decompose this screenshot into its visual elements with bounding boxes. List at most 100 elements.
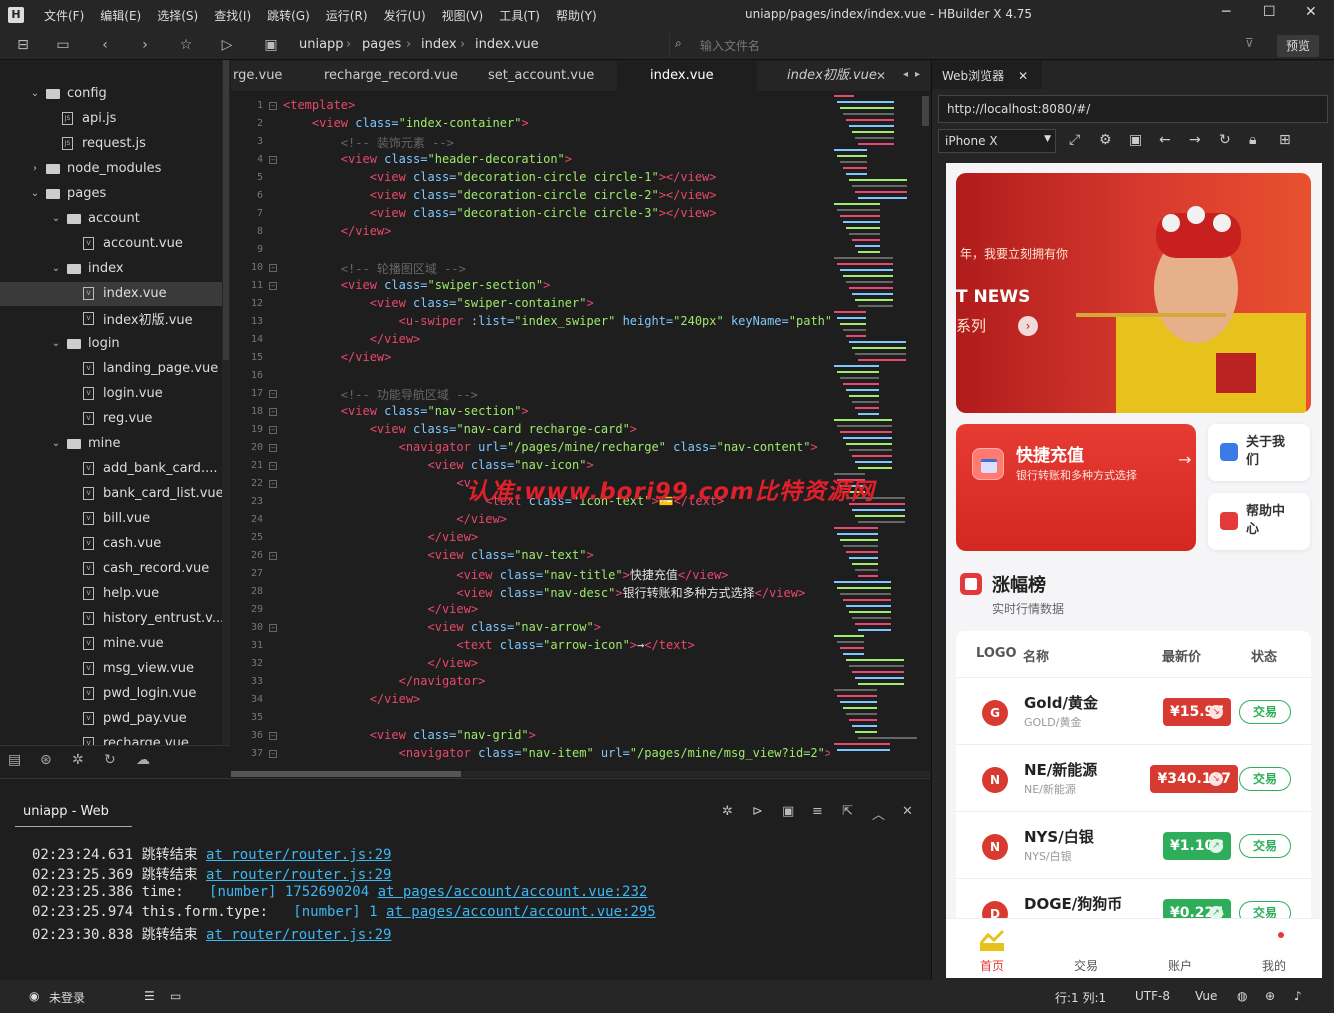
tree-item-12[interactable]: Vlogin.vue <box>83 381 163 406</box>
source-link[interactable]: at pages/account/account.vue:232 <box>378 884 648 900</box>
code-line[interactable]: <view class="nav-title">快捷充值</view> <box>283 566 728 583</box>
breadcrumb-2[interactable]: index <box>421 37 457 52</box>
plugin-icon[interactable]: ⊛ <box>40 752 52 768</box>
encoding[interactable]: UTF-8 <box>1135 989 1170 1003</box>
code-line[interactable]: </view> <box>283 332 421 346</box>
code-line[interactable]: <view class="decoration-circle circle-2"… <box>283 188 717 202</box>
trade-button[interactable]: 交易 <box>1239 767 1291 791</box>
menu-item-1[interactable]: 编辑(E) <box>100 9 141 23</box>
star-icon[interactable]: ☆ <box>177 36 195 54</box>
cloud-icon[interactable]: ☁ <box>136 752 150 768</box>
maximize-icon[interactable]: ☐ <box>1263 4 1276 20</box>
code-line[interactable]: <text class="arrow-icon">→</text> <box>283 638 694 652</box>
file-search-input[interactable]: ⌕ 输入文件名 ⊽ <box>669 33 1269 57</box>
tree-item-21[interactable]: Vhistory_entrust.v... <box>83 606 224 631</box>
menu-item-8[interactable]: 工具(T) <box>499 9 540 23</box>
code-line[interactable]: <view class="nav-icon"> <box>283 458 594 472</box>
breadcrumb-1[interactable]: pages <box>362 37 401 52</box>
fold-icon[interactable]: − <box>269 264 277 272</box>
tree-item-3[interactable]: › node_modules <box>28 156 161 181</box>
menu-item-4[interactable]: 跳转(G) <box>267 9 310 23</box>
preview-button[interactable]: 预览 <box>1277 35 1319 57</box>
collapse-up-icon[interactable]: ︿ <box>872 804 885 823</box>
chevron-down-icon[interactable]: ⌄ <box>49 338 63 349</box>
quick-recharge-card[interactable]: 快捷充值 银行转账和多种方式选择 → <box>956 424 1196 551</box>
chevron-right-icon[interactable]: › <box>28 163 42 174</box>
fold-icon[interactable]: − <box>269 552 277 560</box>
browser-forward-icon[interactable]: → <box>1189 132 1201 148</box>
debug-icon[interactable]: ✲ <box>72 752 84 768</box>
fold-icon[interactable]: − <box>269 408 277 416</box>
source-link[interactable]: at router/router.js:29 <box>206 847 391 863</box>
banner-swiper[interactable]: 年，我要立刻拥有你 T NEWS 系列 › <box>956 173 1311 413</box>
code-line[interactable]: </view> <box>283 530 479 544</box>
code-line[interactable]: </view> <box>283 350 392 364</box>
code-line[interactable]: <u-swiper :list="index_swiper" height="2… <box>283 314 830 328</box>
reload-icon[interactable]: ↻ <box>1219 132 1231 148</box>
tab-rge[interactable]: rge.vue <box>223 61 292 91</box>
fold-icon[interactable]: − <box>269 426 277 434</box>
tab-scroll-right-icon[interactable]: ▸ <box>915 69 920 80</box>
tree-item-22[interactable]: Vmine.vue <box>83 631 164 656</box>
download-icon[interactable]: ⊕ <box>1265 989 1275 1003</box>
browser-tab-close-icon[interactable]: ✕ <box>1018 69 1028 83</box>
code-line[interactable]: <navigator class="nav-item" url="/pages/… <box>283 746 830 760</box>
about-us-card[interactable]: 关于我们 <box>1208 424 1310 481</box>
menu-item-9[interactable]: 帮助(Y) <box>556 9 597 23</box>
code-line[interactable]: <view class="index-container"> <box>283 116 529 130</box>
code-editor[interactable]: 1− <template> 2 <view class="index-contain… <box>231 91 830 771</box>
tab-close-icon[interactable]: ✕ <box>876 69 886 83</box>
tree-item-14[interactable]: ⌄ mine <box>49 431 121 456</box>
source-link[interactable]: at router/router.js:29 <box>206 927 391 943</box>
source-link[interactable]: at pages/account/account.vue:295 <box>386 904 656 920</box>
code-line[interactable]: <view class="header-decoration"> <box>283 152 572 166</box>
source-link[interactable]: at router/router.js:29 <box>206 867 391 883</box>
tree-item-11[interactable]: Vlanding_page.vue <box>83 356 218 381</box>
tree-item-10[interactable]: ⌄ login <box>49 331 120 356</box>
code-line[interactable]: <view class="nav-grid"> <box>283 728 536 742</box>
code-line[interactable]: <view class="swiper-container"> <box>283 296 594 310</box>
menu-item-7[interactable]: 视图(V) <box>442 9 484 23</box>
editor-hscrollbar-thumb[interactable] <box>231 771 461 777</box>
tree-item-15[interactable]: Vadd_bank_card.... <box>83 456 217 481</box>
minimap-viewport[interactable] <box>922 96 929 126</box>
tree-item-5[interactable]: ⌄ account <box>49 206 140 231</box>
breadcrumb-0[interactable]: uniapp <box>299 37 344 52</box>
market-row[interactable]: G Gold/黄金 GOLD/黄金 ¥15.97 ↘ 交易 <box>956 677 1311 744</box>
bell-icon[interactable]: ♪ <box>1294 989 1302 1003</box>
menu-item-5[interactable]: 运行(R) <box>326 9 368 23</box>
editor-hscrollbar[interactable] <box>231 771 930 777</box>
tree-item-4[interactable]: ⌄ pages <box>28 181 106 206</box>
menu-item-2[interactable]: 选择(S) <box>157 9 198 23</box>
code-line[interactable]: <view class="nav-card recharge-card"> <box>283 422 637 436</box>
chevron-down-icon[interactable]: ⌄ <box>49 213 63 224</box>
fold-icon[interactable]: − <box>269 750 277 758</box>
tab-index-vue[interactable]: index.vue <box>617 61 757 91</box>
code-line[interactable]: <view class="decoration-circle circle-3"… <box>283 206 717 220</box>
rotate-icon[interactable]: ⤢ <box>1069 132 1080 148</box>
chevron-down-icon[interactable]: ⌄ <box>28 188 42 199</box>
tree-item-13[interactable]: Vreg.vue <box>83 406 152 431</box>
tree-item-17[interactable]: Vbill.vue <box>83 506 150 531</box>
tree-scrollbar-thumb[interactable] <box>223 60 229 360</box>
tree-item-1[interactable]: JS api.js <box>62 106 116 131</box>
console-title[interactable]: uniapp - Web <box>23 804 109 819</box>
code-line[interactable]: <view class="nav-section"> <box>283 404 529 418</box>
fold-icon[interactable]: − <box>269 462 277 470</box>
login-status[interactable]: 未登录 <box>49 989 85 1006</box>
menu-item-6[interactable]: 发行(U) <box>384 9 426 23</box>
filter-list-icon[interactable]: ≡ <box>812 804 823 819</box>
close-window-icon[interactable]: ✕ <box>1305 4 1317 20</box>
stop-icon[interactable]: ▣ <box>782 804 794 819</box>
tab-set-account[interactable]: set_account.vue <box>478 61 604 91</box>
minimize-icon[interactable]: ─ <box>1222 4 1230 20</box>
run-step-icon[interactable]: ⊳ <box>752 804 763 819</box>
browser-tab[interactable]: Web浏览器 ✕ <box>932 61 1042 89</box>
sync-icon[interactable]: ↻ <box>104 752 116 768</box>
back-icon[interactable]: ‹ <box>96 36 114 54</box>
clear-console-icon[interactable]: ✕ <box>902 804 913 819</box>
tree-item-9[interactable]: Vindex初版.vue <box>83 306 193 331</box>
minimap[interactable] <box>830 91 930 771</box>
export-icon[interactable]: ⇱ <box>842 804 853 819</box>
menu-item-0[interactable]: 文件(F) <box>44 9 84 23</box>
